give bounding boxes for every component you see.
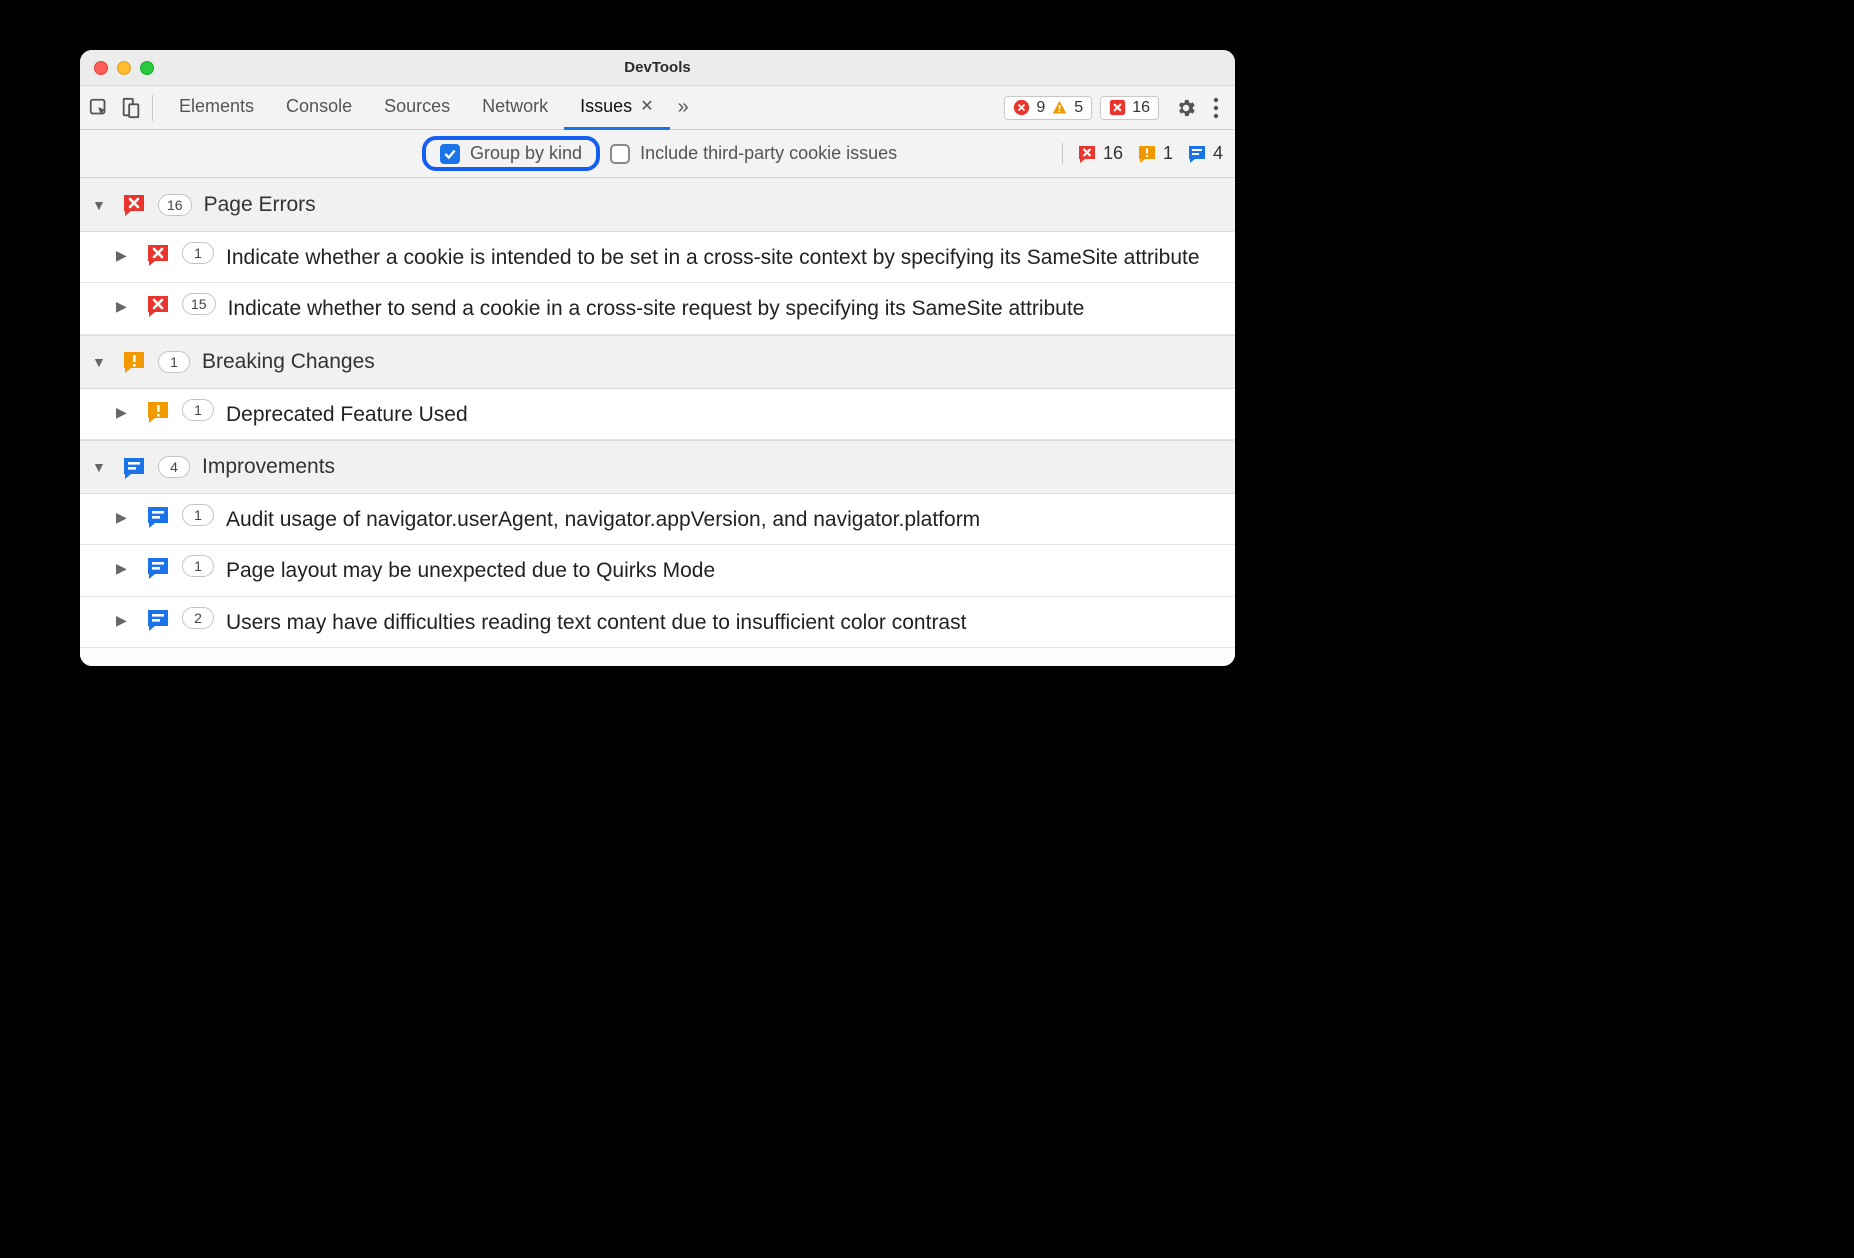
- include-third-party-checkbox[interactable]: [610, 144, 630, 164]
- error-icon: [1013, 99, 1030, 116]
- issue-count-pill: 15: [182, 293, 216, 315]
- chevron-down-icon: ▼: [92, 349, 110, 375]
- chevron-right-icon: ▶: [116, 293, 134, 319]
- devtools-window: DevTools Elements Console Sources Networ…: [80, 50, 1235, 666]
- issue-title: Audit usage of navigator.userAgent, navi…: [226, 504, 1223, 534]
- info-speech-icon: [146, 505, 170, 529]
- toolbar-info-count: 4: [1187, 143, 1223, 164]
- issue-count-pill: 1: [182, 555, 214, 577]
- group-by-kind-checkbox[interactable]: [440, 144, 460, 164]
- include-third-party-label: Include third-party cookie issues: [640, 143, 897, 164]
- tab-elements[interactable]: Elements: [163, 86, 270, 130]
- warning-speech-icon: [146, 400, 170, 424]
- issues-toolbar: Group by kind Include third-party cookie…: [80, 130, 1235, 178]
- tab-label: Issues: [580, 96, 632, 117]
- issue-row[interactable]: ▶ 2 Users may have difficulties reading …: [80, 597, 1235, 648]
- more-options-icon[interactable]: [1205, 97, 1227, 119]
- tab-issues[interactable]: Issues ✕: [564, 86, 669, 130]
- group-title: Page Errors: [204, 193, 316, 217]
- error-speech-icon: [1077, 144, 1097, 164]
- toolbar-error-count: 16: [1077, 143, 1123, 164]
- tab-strip: Elements Console Sources Network Issues …: [80, 86, 1235, 130]
- issue-count-pill: 1: [182, 242, 214, 264]
- tab-label: Console: [286, 96, 352, 117]
- toolbar-counts: 16 1 4: [1062, 143, 1223, 164]
- group-count-pill: 1: [158, 351, 190, 373]
- warning-speech-icon: [1137, 144, 1157, 164]
- chevron-down-icon: ▼: [92, 454, 110, 480]
- chevron-right-icon: ▶: [116, 555, 134, 581]
- tab-sources[interactable]: Sources: [368, 86, 466, 130]
- issue-title: Indicate whether to send a cookie in a c…: [228, 293, 1223, 323]
- issues-count: 16: [1132, 99, 1150, 117]
- chevron-right-icon: ▶: [116, 607, 134, 633]
- toggle-device-icon[interactable]: [120, 97, 142, 119]
- close-tab-icon[interactable]: ✕: [640, 96, 653, 116]
- error-speech-icon: [122, 193, 146, 217]
- warning-count: 5: [1074, 99, 1083, 117]
- info-speech-icon: [122, 456, 146, 480]
- group-by-kind-highlight: Group by kind: [422, 136, 600, 171]
- warning-speech-icon: [122, 350, 146, 374]
- more-tabs-icon[interactable]: »: [670, 96, 697, 119]
- console-status-chip[interactable]: 9 5: [1004, 96, 1092, 120]
- issue-row[interactable]: ▶ 1 Deprecated Feature Used: [80, 389, 1235, 440]
- settings-icon[interactable]: [1167, 97, 1205, 119]
- info-speech-icon: [146, 556, 170, 580]
- inspect-element-icon[interactable]: [88, 97, 110, 119]
- titlebar: DevTools: [80, 50, 1235, 86]
- tab-network[interactable]: Network: [466, 86, 564, 130]
- toolbar-warning-count: 1: [1137, 143, 1173, 164]
- chevron-right-icon: ▶: [116, 242, 134, 268]
- group-header[interactable]: ▼ 16 Page Errors: [80, 178, 1235, 232]
- tab-label: Sources: [384, 96, 450, 117]
- warning-icon: [1051, 99, 1068, 116]
- tab-console[interactable]: Console: [270, 86, 368, 130]
- issue-count-pill: 1: [182, 504, 214, 526]
- chevron-right-icon: ▶: [116, 504, 134, 530]
- issue-title: Page layout may be unexpected due to Qui…: [226, 555, 1223, 585]
- group-title: Breaking Changes: [202, 350, 375, 374]
- issue-row[interactable]: ▶ 1 Indicate whether a cookie is intende…: [80, 232, 1235, 283]
- separator: [152, 95, 153, 121]
- issues-list: ▼ 16 Page Errors ▶ 1 Indicate whether a …: [80, 178, 1235, 648]
- window-title: DevTools: [80, 59, 1235, 76]
- group-title: Improvements: [202, 455, 335, 479]
- group-by-kind-label: Group by kind: [470, 143, 582, 164]
- tab-label: Elements: [179, 96, 254, 117]
- error-speech-icon: [146, 294, 170, 318]
- error-count: 9: [1036, 99, 1045, 117]
- group-count-pill: 4: [158, 456, 190, 478]
- error-badge-icon: [1109, 99, 1126, 116]
- group-header[interactable]: ▼ 4 Improvements: [80, 440, 1235, 494]
- issue-count-pill: 1: [182, 399, 214, 421]
- group-header[interactable]: ▼ 1 Breaking Changes: [80, 335, 1235, 389]
- issue-title: Users may have difficulties reading text…: [226, 607, 1223, 637]
- issue-count-pill: 2: [182, 607, 214, 629]
- issue-row[interactable]: ▶ 15 Indicate whether to send a cookie i…: [80, 283, 1235, 334]
- group-count-pill: 16: [158, 194, 192, 216]
- info-speech-icon: [1187, 144, 1207, 164]
- issue-title: Deprecated Feature Used: [226, 399, 1223, 429]
- chevron-right-icon: ▶: [116, 399, 134, 425]
- issues-status-chip[interactable]: 16: [1100, 96, 1159, 120]
- info-speech-icon: [146, 608, 170, 632]
- chevron-down-icon: ▼: [92, 192, 110, 218]
- tab-label: Network: [482, 96, 548, 117]
- issue-row[interactable]: ▶ 1 Page layout may be unexpected due to…: [80, 545, 1235, 596]
- issue-title: Indicate whether a cookie is intended to…: [226, 242, 1223, 272]
- error-speech-icon: [146, 243, 170, 267]
- issue-row[interactable]: ▶ 1 Audit usage of navigator.userAgent, …: [80, 494, 1235, 545]
